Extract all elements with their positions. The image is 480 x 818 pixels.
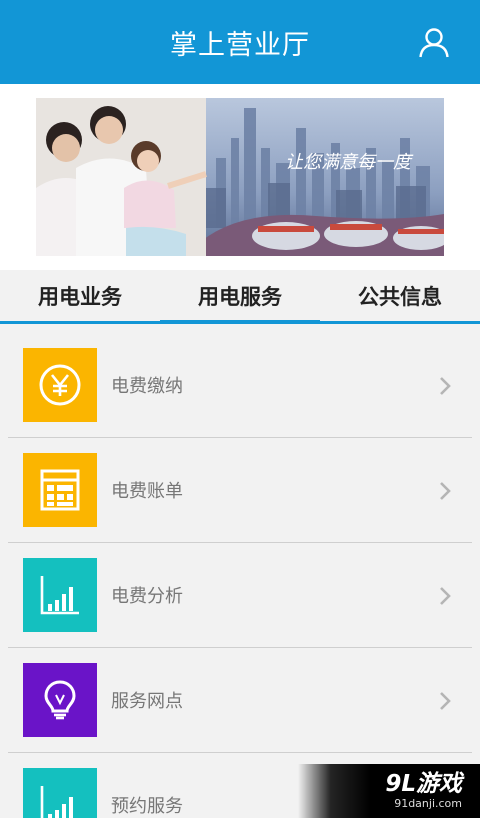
tab-bar: 用电业务 用电服务 公共信息	[0, 270, 480, 324]
chevron-right-icon	[440, 587, 451, 605]
chevron-right-icon	[440, 482, 451, 500]
watermark-logo: 9L游戏	[385, 771, 462, 797]
watermark-url: 91danji.com	[394, 797, 462, 810]
user-icon[interactable]	[418, 26, 450, 58]
page-title: 掌上营业厅	[170, 29, 310, 61]
chevron-right-icon	[440, 377, 451, 395]
list-item-label: 电费缴纳	[111, 376, 183, 397]
bar-chart-icon	[23, 558, 97, 632]
lightbulb-icon	[23, 663, 97, 737]
yen-icon	[23, 348, 97, 422]
banner-area: 让您满意每一度	[0, 84, 480, 270]
tab-label: 公共信息	[358, 284, 442, 309]
bill-icon	[23, 453, 97, 527]
list-item-analysis[interactable]: 电费分析	[8, 543, 472, 648]
bar-chart-icon	[23, 768, 97, 818]
list-item-label: 预约服务	[111, 796, 183, 817]
banner-image: 让您满意每一度	[36, 98, 444, 256]
list-item-bill[interactable]: 电费账单	[8, 438, 472, 543]
list-item-service-outlets[interactable]: 服务网点	[8, 648, 472, 753]
tab-electricity-business[interactable]: 用电业务	[0, 270, 160, 321]
tab-label: 用电业务	[38, 284, 122, 309]
tab-electricity-service[interactable]: 用电服务	[160, 270, 320, 324]
app-header: 掌上营业厅	[0, 0, 480, 84]
list-item-pay-bill[interactable]: 电费缴纳	[8, 333, 472, 438]
list-item-label: 电费分析	[111, 586, 183, 607]
banner-slogan: 让您满意每一度	[285, 152, 414, 173]
chevron-right-icon	[440, 692, 451, 710]
tab-label: 用电服务	[198, 284, 282, 309]
service-list: 电费缴纳 电费账单 电费分析 服务网点 预约服务	[8, 333, 472, 818]
list-item-label: 电费账单	[111, 481, 183, 502]
tab-public-info[interactable]: 公共信息	[320, 270, 480, 321]
watermark: 9L游戏 91danji.com	[298, 764, 480, 818]
promo-banner[interactable]: 让您满意每一度	[36, 98, 444, 256]
list-item-label: 服务网点	[111, 691, 183, 712]
